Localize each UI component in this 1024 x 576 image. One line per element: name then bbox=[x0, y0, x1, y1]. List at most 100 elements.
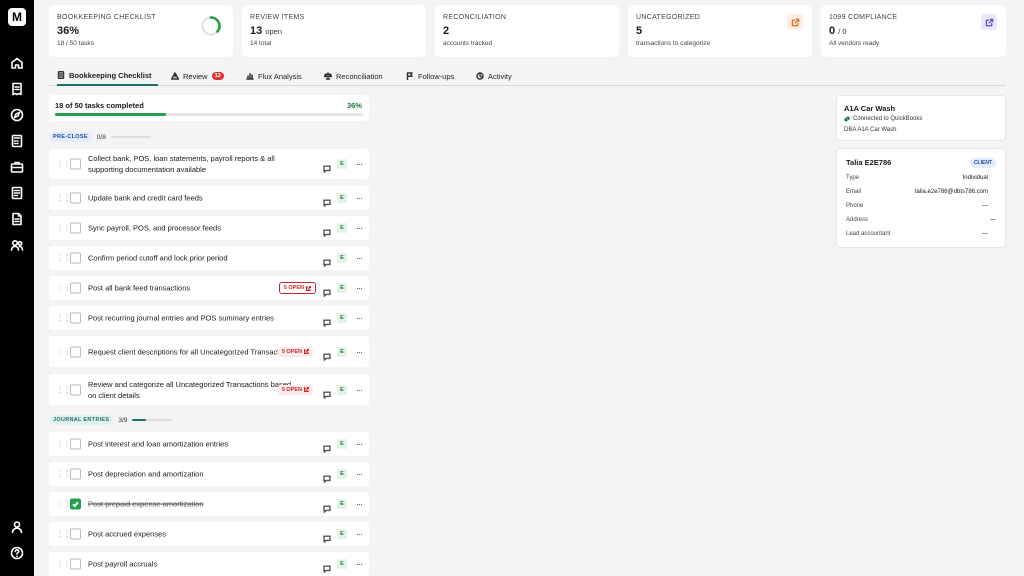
drag-handle-icon[interactable]: ⋮⋮ bbox=[56, 160, 71, 169]
drag-handle-icon[interactable]: ⋮⋮ bbox=[56, 347, 71, 356]
comment-icon[interactable] bbox=[323, 386, 331, 400]
drag-handle-icon[interactable]: ⋮⋮ bbox=[56, 560, 71, 569]
assignee-badge[interactable]: E bbox=[337, 559, 347, 569]
external-link-button[interactable] bbox=[981, 14, 997, 30]
task-checkbox[interactable] bbox=[70, 346, 81, 357]
task-checkbox[interactable] bbox=[70, 438, 81, 450]
more-options-icon[interactable]: ··· bbox=[356, 529, 363, 539]
task-checkbox[interactable] bbox=[70, 558, 81, 570]
comment-icon[interactable] bbox=[323, 224, 331, 238]
drag-handle-icon[interactable]: ⋮⋮ bbox=[56, 470, 71, 479]
briefcase-icon[interactable] bbox=[10, 160, 24, 174]
tab-activity[interactable]: Activity bbox=[476, 66, 512, 86]
open-items-badge[interactable]: 5 OPEN bbox=[278, 282, 316, 294]
comment-icon[interactable] bbox=[323, 160, 331, 174]
task-checkbox[interactable] bbox=[70, 384, 81, 395]
more-options-icon[interactable]: ··· bbox=[356, 469, 363, 479]
task-row[interactable]: ⋮⋮ Post all bank feed transactions 5 OPEN E… bbox=[49, 276, 369, 300]
drag-handle-icon[interactable]: ⋮⋮ bbox=[56, 385, 71, 394]
section-header-pre-close[interactable]: PRE-CLOSE 0/8 bbox=[49, 132, 151, 142]
more-options-icon[interactable]: ··· bbox=[356, 253, 363, 263]
assignee-badge[interactable]: E bbox=[337, 346, 347, 357]
receipt-icon[interactable] bbox=[10, 82, 24, 96]
drag-handle-icon[interactable]: ⋮⋮ bbox=[56, 314, 71, 323]
stat-card-checklist[interactable]: BOOKKEEPING CHECKLIST 36% 18 / 50 tasks bbox=[49, 5, 233, 57]
task-checkbox[interactable] bbox=[70, 312, 81, 324]
tab-follow-ups[interactable]: Follow-ups bbox=[406, 66, 454, 86]
more-options-icon[interactable]: ··· bbox=[356, 283, 363, 293]
drag-handle-icon[interactable]: ⋮⋮ bbox=[56, 500, 71, 509]
task-row[interactable]: ⋮⋮ Request client descriptions for all Un… bbox=[49, 336, 369, 367]
task-checkbox[interactable] bbox=[70, 468, 81, 480]
app-logo[interactable]: M bbox=[8, 8, 26, 26]
user-icon[interactable] bbox=[10, 520, 24, 534]
compass-icon[interactable] bbox=[10, 108, 24, 122]
task-row[interactable]: ⋮⋮ Review and categorize all Uncategorize… bbox=[49, 374, 369, 405]
external-link-button[interactable] bbox=[787, 14, 803, 30]
comment-icon[interactable] bbox=[323, 284, 331, 298]
assignee-badge[interactable]: E bbox=[337, 469, 347, 479]
assignee-badge[interactable]: E bbox=[337, 159, 347, 169]
document-icon[interactable] bbox=[10, 212, 24, 226]
more-options-icon[interactable]: ··· bbox=[356, 559, 363, 569]
assignee-badge[interactable]: E bbox=[337, 253, 347, 263]
task-row[interactable]: ⋮⋮ Sync payroll, POS, and processor feeds… bbox=[49, 216, 369, 240]
calculator-icon[interactable] bbox=[10, 134, 24, 148]
comment-icon[interactable] bbox=[323, 560, 331, 574]
more-options-icon[interactable]: ··· bbox=[356, 193, 363, 203]
task-row[interactable]: ⋮⋮ Update bank and credit card feeds E ··· bbox=[49, 186, 369, 210]
task-row[interactable]: ⋮⋮ Post interest and loan amortization en… bbox=[49, 432, 369, 456]
comment-icon[interactable] bbox=[323, 348, 331, 362]
assignee-badge[interactable]: E bbox=[337, 283, 347, 293]
assignee-badge[interactable]: E bbox=[337, 384, 347, 395]
task-checkbox[interactable] bbox=[70, 528, 81, 540]
assignee-badge[interactable]: E bbox=[337, 193, 347, 203]
drag-handle-icon[interactable]: ⋮⋮ bbox=[56, 440, 71, 449]
task-row[interactable]: ⋮⋮ Post recurring journal entries and POS… bbox=[49, 306, 369, 330]
drag-handle-icon[interactable]: ⋮⋮ bbox=[56, 284, 71, 293]
open-items-badge[interactable]: 5 OPEN bbox=[277, 384, 313, 395]
more-options-icon[interactable]: ··· bbox=[356, 223, 363, 233]
task-row[interactable]: ⋮⋮ Post accrued expenses E ··· bbox=[49, 522, 369, 546]
stat-card-uncategorized[interactable]: UNCATEGORIZED 5 transactions to categori… bbox=[628, 5, 812, 57]
task-checkbox[interactable] bbox=[70, 222, 81, 234]
more-options-icon[interactable]: ··· bbox=[356, 313, 363, 323]
task-checkbox[interactable] bbox=[70, 252, 81, 264]
help-icon[interactable] bbox=[10, 546, 24, 560]
comment-icon[interactable] bbox=[323, 254, 331, 268]
users-icon[interactable] bbox=[10, 238, 24, 252]
section-header-journal-entries[interactable]: JOURNAL ENTRIES 3/9 bbox=[49, 415, 173, 425]
task-row[interactable]: ⋮⋮ Post depreciation and amortization E ··· bbox=[49, 462, 369, 486]
more-options-icon[interactable]: ··· bbox=[356, 385, 363, 395]
open-items-badge[interactable]: 5 OPEN bbox=[277, 346, 313, 357]
task-row[interactable]: ⋮⋮ Confirm period cutoff and lock prior p… bbox=[49, 246, 369, 270]
report-icon[interactable] bbox=[10, 186, 24, 200]
tab-bookkeeping-checklist[interactable]: Bookkeeping Checklist bbox=[57, 66, 158, 86]
stat-card-1099[interactable]: 1099 COMPLIANCE 0 / 0 All vendors ready bbox=[821, 5, 1006, 57]
tab-flux-analysis[interactable]: Flux Analysis bbox=[246, 66, 302, 86]
more-options-icon[interactable]: ··· bbox=[356, 347, 363, 357]
tab-review[interactable]: Review 13 bbox=[171, 66, 224, 86]
drag-handle-icon[interactable]: ⋮⋮ bbox=[56, 530, 71, 539]
drag-handle-icon[interactable]: ⋮⋮ bbox=[56, 254, 71, 263]
tab-reconciliation[interactable]: Reconciliation bbox=[324, 66, 383, 86]
home-icon[interactable] bbox=[10, 56, 24, 70]
assignee-badge[interactable]: E bbox=[337, 439, 347, 449]
task-row[interactable]: ⋮⋮ Post payroll accruals E ··· bbox=[49, 552, 369, 576]
comment-icon[interactable] bbox=[323, 440, 331, 454]
assignee-badge[interactable]: E bbox=[337, 529, 347, 539]
more-options-icon[interactable]: ··· bbox=[356, 439, 363, 449]
task-checkbox[interactable] bbox=[70, 192, 81, 204]
assignee-badge[interactable]: E bbox=[337, 313, 347, 323]
task-checkbox[interactable] bbox=[70, 282, 81, 294]
more-options-icon[interactable]: ··· bbox=[356, 499, 363, 509]
task-checkbox[interactable] bbox=[70, 498, 81, 510]
task-row[interactable]: ⋮⋮ Post prepaid expense amortization E ··· bbox=[49, 492, 369, 516]
stat-card-review[interactable]: REVIEW ITEMS 13 open 14 total bbox=[242, 5, 426, 57]
more-options-icon[interactable]: ··· bbox=[356, 159, 363, 169]
comment-icon[interactable] bbox=[323, 470, 331, 484]
comment-icon[interactable] bbox=[323, 314, 331, 328]
assignee-badge[interactable]: E bbox=[337, 223, 347, 233]
drag-handle-icon[interactable]: ⋮⋮ bbox=[56, 194, 71, 203]
task-checkbox[interactable] bbox=[70, 158, 81, 170]
